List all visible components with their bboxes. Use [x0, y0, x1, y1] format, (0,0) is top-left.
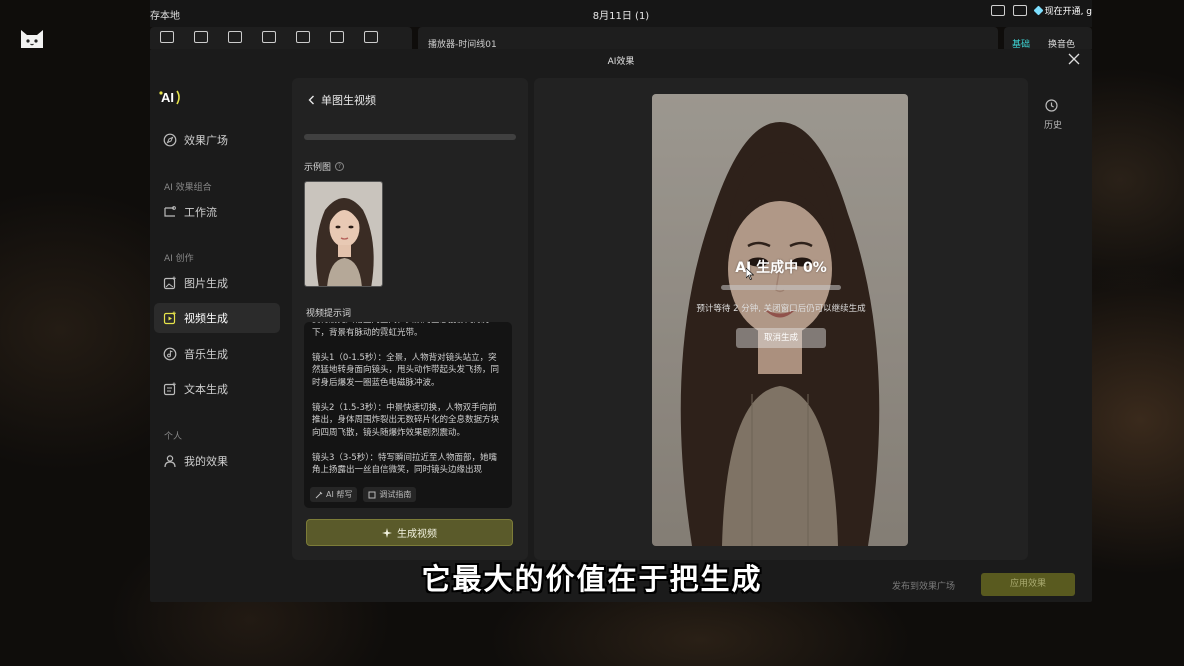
- monitor-icon[interactable]: [1012, 5, 1027, 16]
- close-icon[interactable]: [1068, 53, 1080, 65]
- help-icon[interactable]: ?: [335, 162, 345, 171]
- effects-tool-icon[interactable]: [296, 31, 310, 43]
- layout-icon[interactable]: [990, 5, 1005, 16]
- nav-label: 效果广场: [184, 134, 228, 147]
- prompt-label: 视频提示词: [306, 309, 352, 319]
- nav-image-gen[interactable]: 图片生成: [154, 268, 280, 298]
- example-label-text: 示例图: [304, 163, 332, 173]
- image-plus-icon: [163, 276, 176, 290]
- ai-effects-modal: AI效果 AI 效果广场 AI 效果组合 工作流 AI 创作 图片生成 视频生成…: [150, 49, 1092, 602]
- sparkle-icon: [382, 527, 392, 538]
- vip-text: 现在开通, g: [1044, 7, 1092, 17]
- guide-label: 调试指南: [379, 490, 412, 499]
- nav-label: 文本生成: [184, 383, 228, 396]
- prompt-text: 赛博朋克风格室内空间，头顶的全息投影闪烁打下，背景有脉动的霓虹光带。 镜头1（0…: [312, 322, 500, 475]
- music-icon: [163, 347, 177, 361]
- horizontal-scrollbar[interactable]: [304, 134, 516, 140]
- video-plus-icon: [163, 311, 176, 325]
- generate-video-label: 生成视频: [397, 529, 437, 540]
- ai-write-button[interactable]: AI 帮写: [310, 487, 358, 502]
- nav-workflow[interactable]: 工作流: [154, 197, 280, 227]
- nav-label: 音乐生成: [184, 348, 228, 361]
- ai-write-icon: [315, 491, 323, 498]
- portrait-thumbnail-image: [305, 182, 382, 286]
- nav-effects-plaza[interactable]: 效果广场: [154, 125, 280, 155]
- user-icon: [164, 455, 176, 468]
- example-image-thumbnail[interactable]: [304, 181, 383, 287]
- sticker-tool-icon[interactable]: [262, 31, 276, 43]
- project-title: 8月11日 (1): [592, 11, 650, 22]
- generation-progress-bar: [721, 285, 841, 290]
- nav-video-gen[interactable]: 视频生成: [154, 303, 280, 333]
- nav-group-personal: 个人: [164, 432, 183, 442]
- guide-button[interactable]: 调试指南: [363, 487, 417, 502]
- generation-overlay: AI 生成中 0% 预计等待 2 分钟, 关闭窗口后仍可以继续生成 取消生成: [534, 257, 1028, 348]
- book-icon: [368, 491, 376, 498]
- back-label: 单图生视频: [321, 94, 376, 107]
- generate-video-button[interactable]: 生成视频: [306, 519, 513, 546]
- mouse-cursor-icon: [746, 268, 754, 280]
- nav-label: 工作流: [184, 206, 217, 219]
- prompt-textarea[interactable]: 赛博朋克风格室内空间，头顶的全息投影闪烁打下，背景有脉动的霓虹光带。 镜头1（0…: [304, 322, 512, 508]
- media-toolbar: [150, 27, 412, 49]
- ai-write-label: AI 帮写: [326, 490, 353, 499]
- workflow-icon: [164, 206, 176, 217]
- left-nav: AI 效果广场 AI 效果组合 工作流 AI 创作 图片生成 视频生成 音乐生成…: [150, 70, 288, 560]
- audio-tool-icon[interactable]: [194, 31, 208, 43]
- ai-logo-icon: AI: [159, 90, 180, 105]
- chevron-left-icon: [308, 95, 314, 105]
- property-tabs: 基础 换音色: [1004, 27, 1092, 50]
- transition-tool-icon[interactable]: [330, 31, 344, 43]
- nav-label: 图片生成: [184, 277, 228, 290]
- history-label: 历史: [1043, 121, 1062, 131]
- modal-title: AI效果: [607, 57, 635, 67]
- nav-my-effects[interactable]: 我的效果: [154, 446, 280, 476]
- nav-label: 我的效果: [184, 455, 228, 468]
- preview-panel: AI 生成中 0% 预计等待 2 分钟, 关闭窗口后仍可以继续生成 取消生成: [534, 78, 1028, 560]
- nav-music-gen[interactable]: 音乐生成: [154, 339, 280, 369]
- video-gen-form: 单图生视频 示例图 ? 视频提示词 赛博朋克风格室内空间，头顶的全息投影闪烁打下…: [292, 78, 528, 560]
- nav-label: 视频生成: [184, 312, 228, 325]
- svg-text:AI: AI: [161, 90, 174, 105]
- back-button[interactable]: 单图生视频: [308, 92, 376, 108]
- text-doc-icon: [163, 382, 176, 396]
- cat-icon: [21, 30, 43, 48]
- vip-badge[interactable]: 现在开通, g: [1033, 4, 1092, 17]
- history-panel[interactable]: 历史: [1028, 78, 1078, 560]
- clock-icon: [1045, 99, 1058, 112]
- media-tool-icon[interactable]: [160, 31, 174, 43]
- cancel-generation-button[interactable]: 取消生成: [736, 328, 826, 348]
- video-subtitle: 它最大的价值在于把生成: [421, 562, 763, 596]
- nav-text-gen[interactable]: 文本生成: [154, 374, 280, 404]
- nav-group-effects-combo: AI 效果组合: [164, 183, 212, 193]
- diamond-icon: [1033, 5, 1044, 16]
- filter-tool-icon[interactable]: [364, 31, 378, 43]
- wait-hint: 预计等待 2 分钟, 关闭窗口后仍可以继续生成: [696, 304, 866, 314]
- example-image-label: 示例图 ?: [304, 160, 345, 173]
- nav-group-ai-create: AI 创作: [164, 254, 194, 264]
- text-tool-icon[interactable]: [228, 31, 242, 43]
- app-top-bar: 存本地 8月11日 (1) 现在开通, g: [150, 0, 1092, 27]
- player-bar: 播放器-时间线01: [418, 27, 998, 50]
- compass-icon: [163, 133, 177, 147]
- generation-status: AI 生成中 0%: [735, 260, 827, 276]
